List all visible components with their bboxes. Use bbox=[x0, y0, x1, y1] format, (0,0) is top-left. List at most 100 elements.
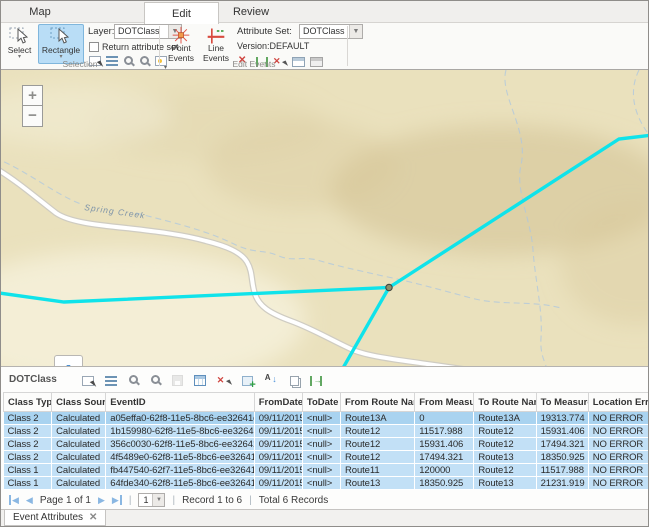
zoom-to-record-icon[interactable] bbox=[129, 375, 138, 384]
map-zoom-control: + − bbox=[22, 85, 43, 127]
cell: 09/11/2015 bbox=[254, 464, 302, 477]
cell: Route12 bbox=[341, 451, 415, 464]
cell: Calculated bbox=[52, 464, 106, 477]
total-records-text: Total 6 Records bbox=[259, 495, 328, 506]
cell: 11517.988 bbox=[415, 425, 474, 438]
cell: Route12 bbox=[341, 438, 415, 451]
show-all-records-icon[interactable] bbox=[105, 376, 117, 386]
cell: NO ERROR bbox=[588, 425, 648, 438]
route-intersection-marker[interactable] bbox=[386, 284, 392, 290]
separator: | bbox=[129, 495, 132, 506]
chevron-down-icon[interactable]: ▼ bbox=[152, 494, 164, 506]
separator: | bbox=[249, 495, 252, 506]
panel-toolbar-icons bbox=[82, 373, 322, 386]
attribute-set-dropdown[interactable]: DOTClass ▼ bbox=[299, 24, 363, 39]
last-page-icon[interactable]: ▶ bbox=[112, 495, 122, 505]
return-attribute-set-checkbox[interactable] bbox=[89, 42, 99, 52]
column-header[interactable]: From Measure bbox=[415, 393, 474, 412]
table-row[interactable]: Class 2Calculated356c0030-62f8-11e5-8bc6… bbox=[4, 438, 649, 451]
cell: 1b159980-62f8-11e5-8bc6-ee32641d5ec9 bbox=[106, 425, 254, 438]
column-header[interactable]: Location Error bbox=[588, 393, 648, 412]
close-icon[interactable]: ✕ bbox=[89, 512, 97, 523]
copy-record-icon[interactable] bbox=[290, 376, 299, 386]
pan-to-record-icon[interactable] bbox=[151, 375, 160, 384]
column-header[interactable]: To Route Name bbox=[474, 393, 536, 412]
table-row[interactable]: Class 2Calculateda05effa0-62f8-11e5-8bc6… bbox=[4, 412, 649, 425]
cell: 21231.919 bbox=[536, 477, 588, 490]
cell: 18350.925 bbox=[536, 451, 588, 464]
cell: NO ERROR bbox=[588, 477, 648, 490]
table-row[interactable]: Class 2Calculated1b159980-62f8-11e5-8bc6… bbox=[4, 425, 649, 438]
cell: Route12 bbox=[474, 438, 536, 451]
sort-records-icon[interactable] bbox=[264, 373, 278, 386]
ribbon: Select ▾ Rectangle ▾ Layer: DOTClass ▼ R… bbox=[1, 23, 648, 70]
add-record-icon[interactable] bbox=[242, 376, 253, 386]
pagination-bar: ◀ ◀ Page 1 of 1 ▶ ▶ | 1 ▼ | Record 1 to … bbox=[1, 490, 648, 510]
cell: Class 2 bbox=[4, 425, 52, 438]
zoom-out-button[interactable]: − bbox=[22, 106, 43, 127]
cell: Calculated bbox=[52, 425, 106, 438]
cell: <null> bbox=[302, 464, 340, 477]
cell: Calculated bbox=[52, 451, 106, 464]
cell: 17494.321 bbox=[536, 438, 588, 451]
column-header[interactable]: Class Source bbox=[52, 393, 106, 412]
column-header[interactable]: From Route Name bbox=[341, 393, 415, 412]
version-text: Version:DEFAULT bbox=[237, 41, 309, 51]
column-header[interactable]: FromDate bbox=[254, 393, 302, 412]
selection-group: Select ▾ Rectangle ▾ Layer: DOTClass ▼ R… bbox=[1, 23, 159, 69]
collapse-panel-button[interactable]: ▼ bbox=[54, 355, 83, 366]
page-select-value: 1 bbox=[139, 494, 152, 506]
group-divider bbox=[159, 26, 160, 66]
tab-event-attributes[interactable]: Event Attributes ✕ bbox=[4, 510, 106, 526]
cell: Calculated bbox=[52, 438, 106, 451]
cell: Class 1 bbox=[4, 477, 52, 490]
point-events-button[interactable]: Point Events bbox=[164, 24, 198, 64]
cell: 09/11/2015 bbox=[254, 412, 302, 425]
chevron-down-icon[interactable]: ▼ bbox=[349, 25, 362, 38]
table-row[interactable]: Class 1Calculatedfb447540-62f7-11e5-8bc6… bbox=[4, 464, 649, 477]
selection-group-label: Selection bbox=[1, 59, 159, 69]
page-select[interactable]: 1 ▼ bbox=[138, 493, 165, 507]
attribute-window-icon[interactable] bbox=[194, 375, 206, 386]
select-button[interactable]: Select ▾ bbox=[3, 24, 36, 64]
cell: NO ERROR bbox=[588, 412, 648, 425]
chevron-down-icon: ▼ bbox=[65, 363, 72, 366]
cell: Class 2 bbox=[4, 412, 52, 425]
tab-edit[interactable]: Edit bbox=[144, 2, 219, 24]
attribute-set-dropdown-value: DOTClass bbox=[300, 25, 349, 38]
delete-record-icon[interactable] bbox=[217, 373, 231, 386]
line-events-button[interactable]: Line Events bbox=[200, 24, 232, 64]
first-page-icon[interactable]: ◀ bbox=[9, 495, 19, 505]
cell: 356c0030-62f8-11e5-8bc6-ee32641d5ec9 bbox=[106, 438, 254, 451]
cell: Class 1 bbox=[4, 464, 52, 477]
tab-map[interactable]: Map bbox=[9, 1, 71, 23]
cell: <null> bbox=[302, 412, 340, 425]
next-page-icon[interactable]: ▶ bbox=[98, 495, 105, 505]
cell: NO ERROR bbox=[588, 451, 648, 464]
layer-label: Layer: bbox=[88, 26, 114, 37]
cell: Route12 bbox=[341, 425, 415, 438]
event-editor-app: Map Edit Review Select ▾ Rectangle ▾ bbox=[0, 0, 649, 527]
table-row[interactable]: Class 1Calculated64fde340-62f8-11e5-8bc6… bbox=[4, 477, 649, 490]
cell: NO ERROR bbox=[588, 438, 648, 451]
column-header[interactable]: EventID bbox=[106, 393, 254, 412]
cell: NO ERROR bbox=[588, 464, 648, 477]
edit-events-group: Point Events Line Events Attribute Set: … bbox=[161, 23, 347, 69]
rectangle-select-button[interactable]: Rectangle ▾ bbox=[38, 24, 84, 64]
event-attributes-panel: DOTClass Class TypeClass SourceEventIDFr… bbox=[1, 366, 648, 509]
column-header[interactable]: ToDate bbox=[302, 393, 340, 412]
footer-tab-label: Event Attributes bbox=[13, 512, 83, 523]
rectangle-cursor-icon bbox=[50, 26, 72, 45]
table-row[interactable]: Class 2Calculated4f5489e0-62f8-11e5-8bc6… bbox=[4, 451, 649, 464]
zoom-in-button[interactable]: + bbox=[22, 85, 43, 106]
map-canvas[interactable]: Spring Creek + − ▼ bbox=[1, 70, 648, 366]
column-header[interactable]: Class Type bbox=[4, 393, 52, 412]
previous-page-icon[interactable]: ◀ bbox=[26, 495, 33, 505]
column-header[interactable]: To Measure bbox=[536, 393, 588, 412]
tab-review[interactable]: Review bbox=[219, 1, 283, 23]
cell: <null> bbox=[302, 451, 340, 464]
select-records-icon[interactable] bbox=[82, 376, 94, 386]
measure-record-icon[interactable] bbox=[310, 376, 322, 386]
group-divider bbox=[347, 26, 348, 66]
cell: Route13A bbox=[474, 412, 536, 425]
